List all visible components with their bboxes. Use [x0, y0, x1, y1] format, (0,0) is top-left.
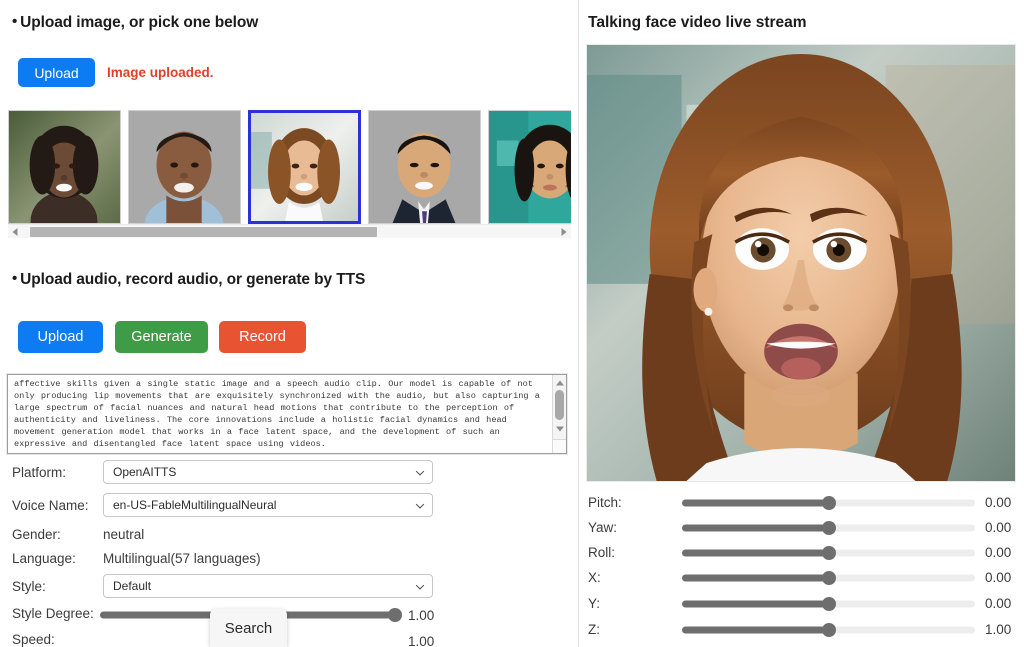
gender-label: Gender: [12, 526, 61, 542]
x-label: X: [588, 570, 601, 585]
language-row: Language: Multilingual(57 languages) [12, 546, 437, 570]
search-popup[interactable]: Search [210, 609, 287, 647]
bullet-icon: • [12, 13, 18, 30]
left-panel: • Upload image, or pick one below Upload … [0, 0, 578, 647]
upload-image-button[interactable]: Upload [18, 58, 95, 87]
tts-text-container [6, 373, 568, 455]
resize-grip-icon[interactable] [552, 439, 566, 453]
z-label: Z: [588, 622, 600, 637]
z-slider[interactable] [682, 621, 975, 639]
speed-value: 1.00 [408, 634, 435, 647]
talking-face-video[interactable] [586, 44, 1016, 482]
record-audio-button[interactable]: Record [219, 321, 306, 353]
image-section-heading-text: Upload image, or pick one below [20, 14, 259, 31]
style-degree-slider-thumb[interactable] [388, 608, 402, 622]
image-gallery[interactable] [8, 110, 571, 224]
chevron-down-icon-2 [415, 500, 425, 509]
platform-select[interactable]: OpenAITTS [103, 460, 433, 484]
gallery-thumbnail-5[interactable] [488, 110, 571, 224]
chevron-down-icon [415, 467, 425, 476]
gallery-thumbnail-1[interactable] [8, 110, 121, 224]
triangle-left-icon[interactable] [8, 225, 22, 239]
gallery-thumbnail-4[interactable] [368, 110, 481, 224]
language-label: Language: [12, 550, 76, 566]
roll-slider-thumb[interactable] [821, 546, 836, 560]
image-section-heading: • Upload image, or pick one below [12, 13, 259, 32]
style-degree-value: 1.00 [408, 608, 435, 623]
yaw-label: Yaw: [588, 520, 618, 535]
scroll-down-icon[interactable] [553, 422, 566, 435]
voice-name-select[interactable]: en-US-FableMultilingualNeural [103, 493, 433, 517]
x-slider[interactable] [682, 569, 975, 587]
gallery-thumbnail-3[interactable] [248, 110, 361, 224]
speed-label: Speed: [12, 632, 55, 647]
style-row: Style: Default [12, 574, 437, 598]
yaw-slider-thumb[interactable] [821, 521, 836, 535]
generate-audio-button[interactable]: Generate [115, 321, 208, 353]
gallery-scrollbar-thumb[interactable] [30, 226, 377, 237]
y-slider[interactable] [682, 595, 975, 613]
app-root: • Upload image, or pick one below Upload … [0, 0, 1024, 647]
y-value: 0.00 [985, 596, 1012, 611]
pitch-label: Pitch: [588, 495, 622, 510]
triangle-right-icon[interactable] [557, 225, 571, 239]
style-label: Style: [12, 578, 46, 594]
x-value: 0.00 [985, 570, 1012, 585]
upload-audio-button[interactable]: Upload [18, 321, 103, 353]
gallery-scrollbar[interactable] [8, 224, 571, 238]
yaw-slider-fill [682, 524, 829, 532]
x-slider-fill [682, 574, 829, 582]
gallery-scrollbar-track[interactable] [22, 225, 557, 239]
video-panel-title: Talking face video live stream [588, 14, 807, 31]
audio-section-heading-text: Upload audio, record audio, or generate … [20, 271, 366, 288]
voice-name-row: Voice Name: en-US-FableMultilingualNeura… [12, 493, 437, 517]
roll-slider-fill [682, 549, 829, 557]
x-slider-thumb[interactable] [821, 571, 836, 585]
style-select-value: Default [113, 579, 152, 593]
roll-value: 0.00 [985, 545, 1012, 560]
platform-label: Platform: [12, 464, 67, 480]
yaw-slider[interactable] [682, 519, 975, 537]
language-value: Multilingual(57 languages) [103, 550, 261, 566]
platform-row: Platform: OpenAITTS [12, 460, 437, 484]
audio-section-heading: • Upload audio, record audio, or generate… [12, 270, 366, 289]
z-slider-thumb[interactable] [821, 623, 836, 637]
pitch-slider[interactable] [682, 494, 975, 512]
tts-text-scrollbar-thumb[interactable] [555, 390, 564, 420]
pitch-slider-fill [682, 499, 829, 507]
y-slider-thumb[interactable] [821, 597, 836, 611]
y-label: Y: [588, 596, 601, 611]
gender-row: Gender: neutral [12, 522, 437, 546]
y-slider-fill [682, 600, 829, 608]
voice-name-label: Voice Name: [12, 497, 89, 513]
pitch-value: 0.00 [985, 495, 1012, 510]
yaw-value: 0.00 [985, 520, 1012, 535]
roll-slider[interactable] [682, 544, 975, 562]
roll-label: Roll: [588, 545, 616, 560]
bullet-icon-2: • [12, 270, 18, 287]
scroll-up-icon[interactable] [553, 376, 566, 389]
tts-text-input[interactable] [14, 379, 543, 451]
style-select[interactable]: Default [103, 574, 433, 598]
gender-value: neutral [103, 526, 145, 542]
voice-name-select-value: en-US-FableMultilingualNeural [113, 498, 277, 512]
pitch-slider-thumb[interactable] [821, 496, 836, 510]
z-value: 1.00 [985, 622, 1012, 637]
image-upload-status: Image uploaded. [107, 65, 214, 80]
style-degree-label: Style Degree: [12, 606, 94, 621]
gallery-thumbnail-2[interactable] [128, 110, 241, 224]
z-slider-fill [682, 626, 829, 634]
chevron-down-icon-3 [415, 581, 425, 590]
platform-select-value: OpenAITTS [113, 465, 177, 479]
